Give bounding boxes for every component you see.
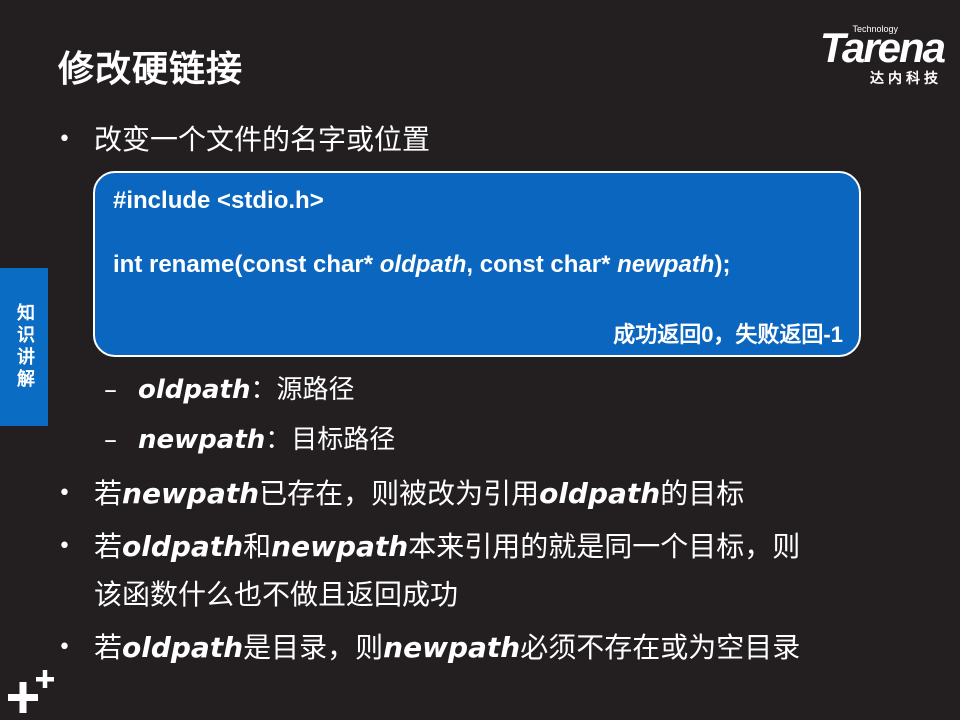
text-part: 和	[243, 530, 272, 563]
side-tab-label: 知识讲解	[14, 303, 35, 391]
tarena-logo: Technology Tarena 达内科技	[780, 24, 946, 87]
bullet-text: 若oldpath是目录，则newpath必须不存在或为空目录	[94, 624, 800, 672]
code-part: int rename(const char*	[113, 251, 380, 278]
text-part: 必须不存在或为空目录	[520, 631, 801, 664]
bullet-line: 该函数什么也不做且返回成功	[94, 578, 459, 611]
text-part: 已存在，则被改为引用	[259, 477, 540, 510]
logo-wordmark: Tarena	[819, 24, 946, 71]
code-part: );	[714, 251, 731, 278]
bullet-text: 若oldpath和newpath本来引用的就是同一个目标，则 该函数什么也不做且…	[94, 523, 800, 619]
sub-item: – oldpath ：源路径	[104, 368, 355, 412]
plus-icon	[8, 670, 54, 713]
bullet-line: 若oldpath和newpath本来引用的就是同一个目标，则	[94, 523, 800, 571]
sub-item-term: oldpath	[138, 375, 251, 405]
sub-item-term: newpath	[138, 425, 266, 455]
bullet-dot-icon: •	[58, 635, 71, 660]
code-part: , const char*	[466, 251, 618, 278]
text-part: 的目标	[660, 477, 745, 510]
text-emphasis: oldpath	[122, 631, 244, 664]
bullet-item: • 改变一个文件的名字或位置	[58, 116, 430, 164]
logo-chinese-name: 达内科技	[870, 71, 942, 87]
bullet-dot-icon: •	[58, 481, 71, 506]
text-emphasis: newpath	[122, 477, 260, 510]
text-part: 若	[94, 530, 123, 563]
sub-item: – newpath ：目标路径	[104, 418, 395, 462]
sub-item-text: ：目标路径	[265, 425, 396, 455]
text-emphasis: oldpath	[539, 477, 661, 510]
dash-icon: –	[104, 425, 117, 455]
text-part: 若	[94, 477, 123, 510]
side-tab-knowledge: 知识讲解	[0, 268, 48, 426]
code-return-note: 成功返回0，失败返回-1	[613, 322, 843, 347]
bullet-item: • 若oldpath是目录，则newpath必须不存在或为空目录	[58, 624, 800, 672]
bullet-item: • 若newpath已存在，则被改为引用oldpath的目标	[58, 470, 744, 518]
dash-icon: –	[104, 375, 117, 405]
code-signature-line: int rename(const char* oldpath, const ch…	[113, 251, 730, 279]
sub-item-text: ：源路径	[250, 375, 355, 405]
code-box: #include <stdio.h> int rename(const char…	[93, 171, 861, 357]
code-param-oldpath: oldpath	[379, 251, 467, 278]
bullet-dot-icon: •	[58, 127, 71, 152]
text-part: 若	[94, 631, 123, 664]
text-emphasis: oldpath	[122, 530, 244, 563]
text-part: 是目录，则	[243, 631, 384, 664]
bullet-text: 若newpath已存在，则被改为引用oldpath的目标	[94, 470, 744, 518]
text-part: 本来引用的就是同一个目标，则	[408, 530, 801, 563]
text-emphasis: newpath	[271, 530, 409, 563]
slide-title: 修改硬链接	[58, 49, 244, 90]
bullet-dot-icon: •	[58, 534, 71, 559]
bullet-item: • 若oldpath和newpath本来引用的就是同一个目标，则 该函数什么也不…	[58, 523, 800, 619]
bullet-text: 改变一个文件的名字或位置	[94, 123, 431, 156]
code-param-newpath: newpath	[617, 251, 715, 278]
code-include-line: #include <stdio.h>	[113, 187, 324, 214]
text-emphasis: newpath	[383, 631, 521, 664]
